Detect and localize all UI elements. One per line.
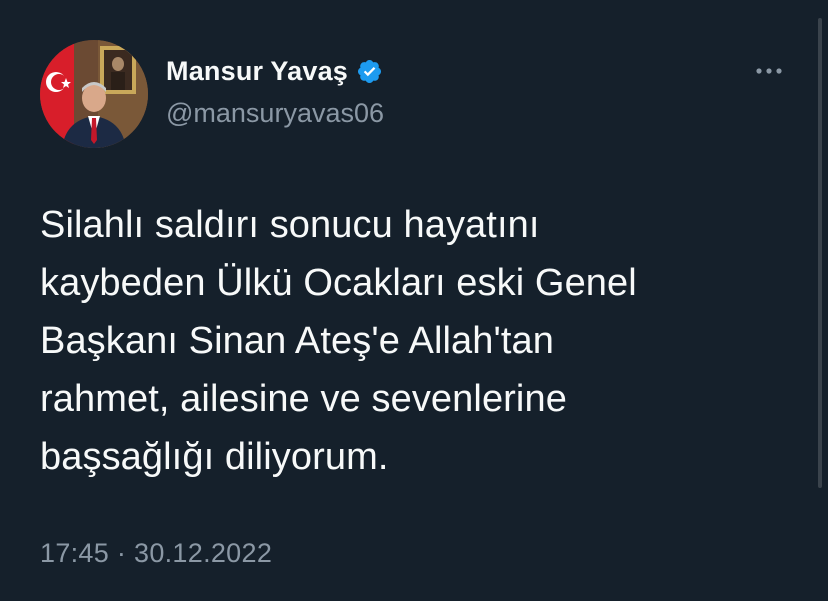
- avatar[interactable]: [40, 40, 148, 148]
- tweet-card: Mansur Yavaş @mansuryavas06 Silahlı sald…: [0, 0, 828, 601]
- author-name-row: Mansur Yavaş: [166, 56, 383, 87]
- tweet-time: 17:45: [40, 538, 110, 568]
- more-options-icon[interactable]: [754, 64, 784, 78]
- scrollbar[interactable]: [818, 18, 822, 488]
- author-handle[interactable]: @mansuryavas06: [166, 98, 384, 129]
- timestamp-separator: ·: [116, 538, 127, 568]
- author-display-name[interactable]: Mansur Yavaş: [166, 56, 348, 87]
- avatar-image: [40, 40, 148, 148]
- verified-badge-icon: [356, 58, 383, 85]
- tweet-date: 30.12.2022: [134, 538, 273, 568]
- tweet-timestamp[interactable]: 17:45 · 30.12.2022: [40, 538, 272, 569]
- tweet-text: Silahlı saldırı sonucu hayatını kaybeden…: [40, 204, 637, 478]
